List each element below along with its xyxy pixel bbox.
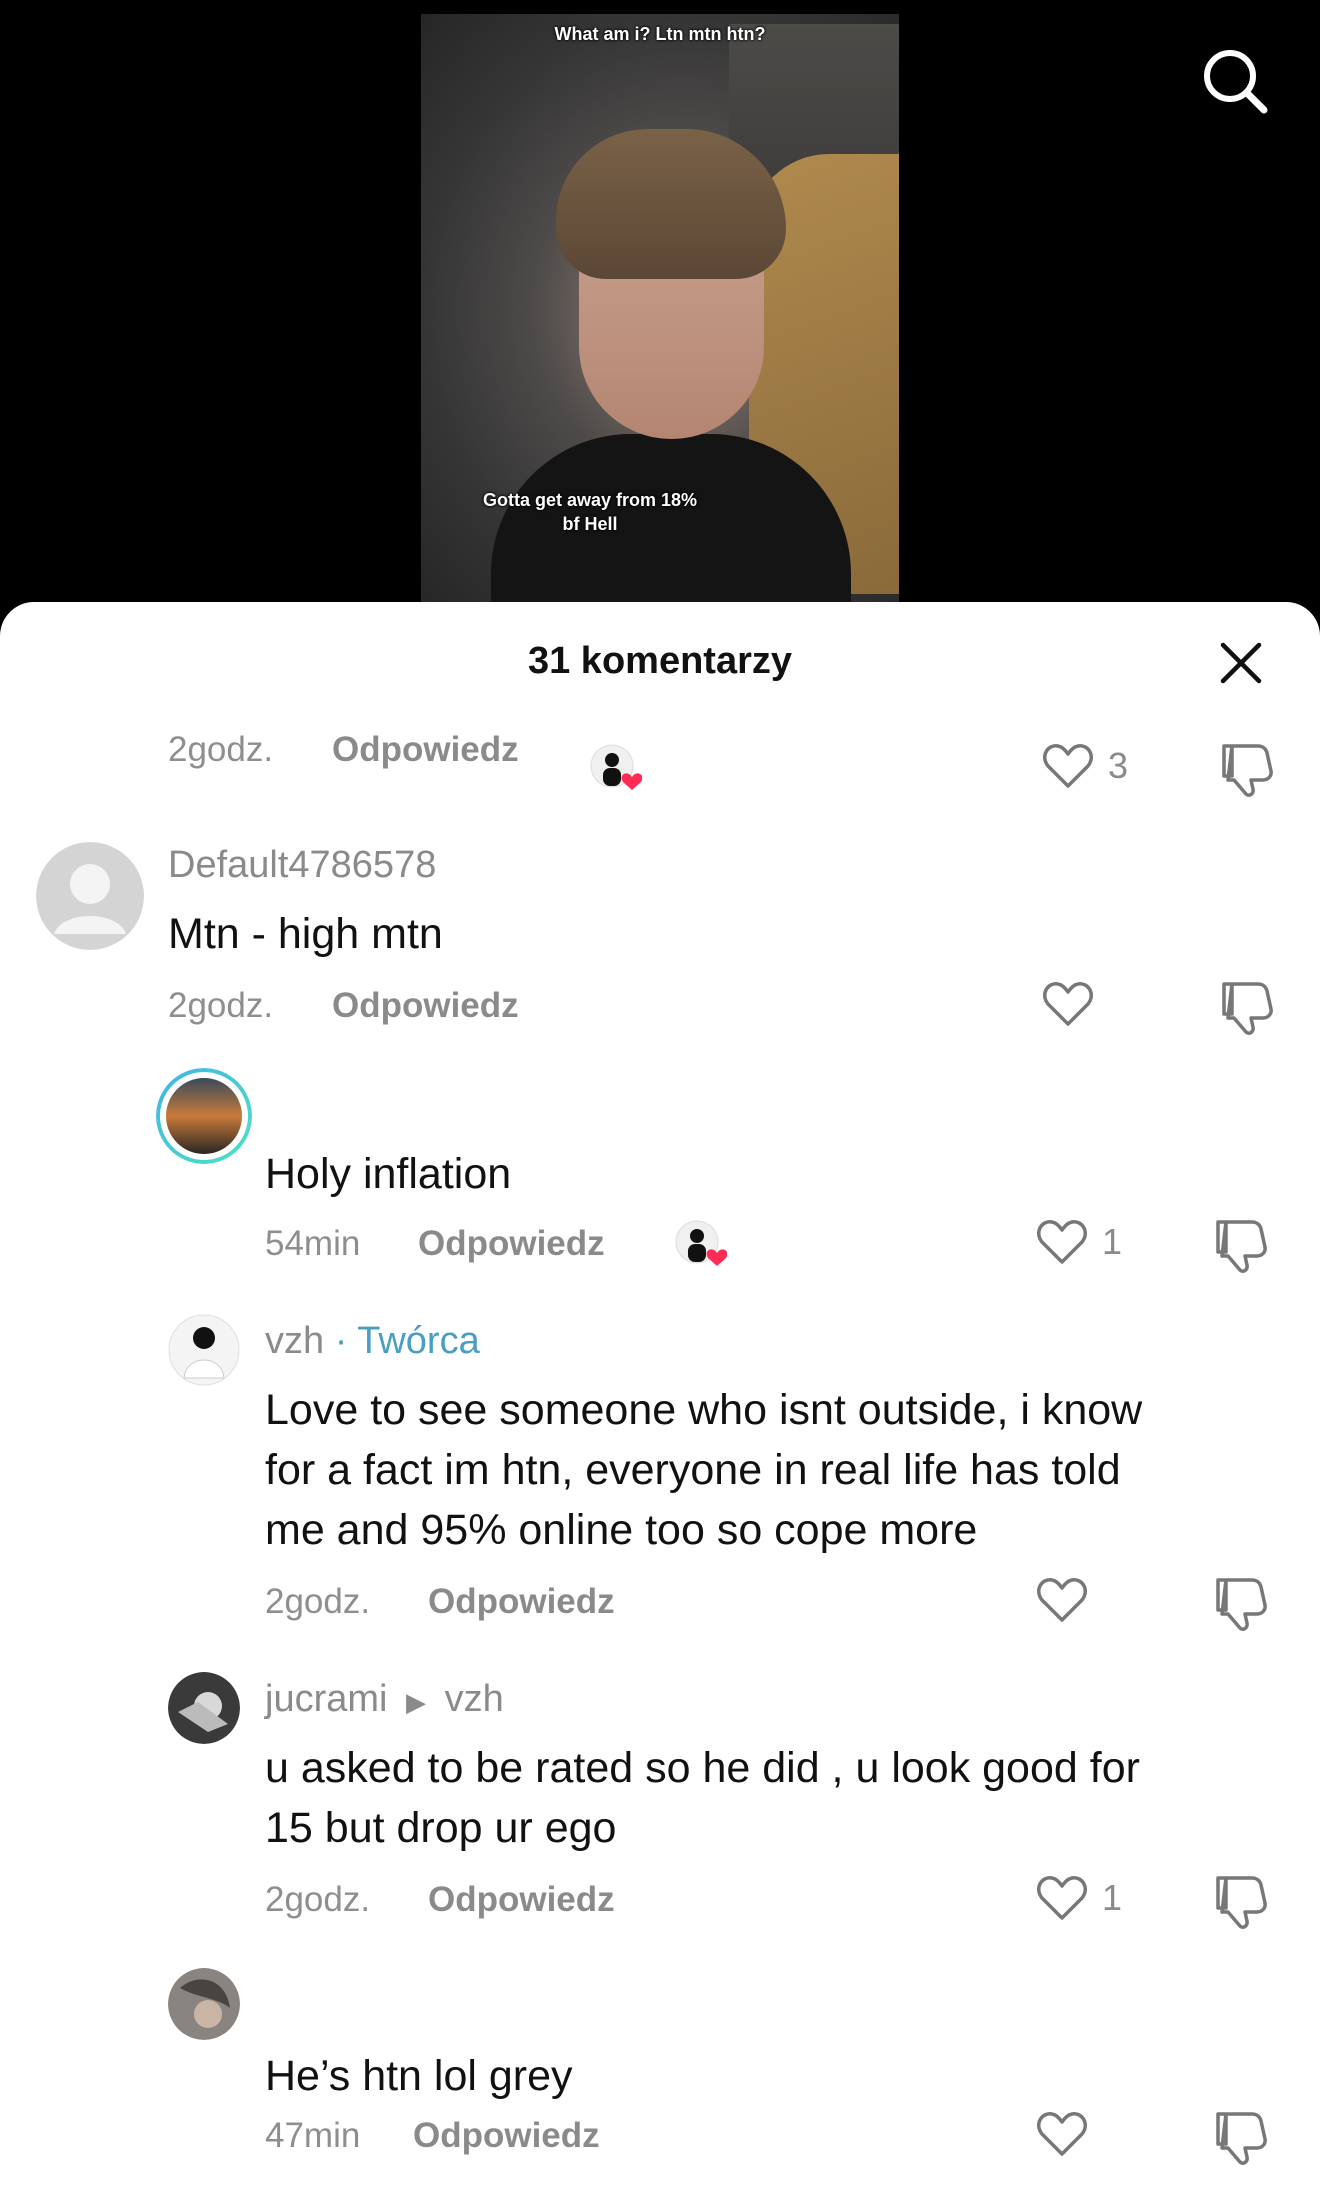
comment-time: 2godz. — [168, 730, 274, 769]
reply-button[interactable]: Odpowiedz — [428, 1880, 615, 1920]
close-icon[interactable] — [1218, 640, 1264, 686]
comment-text: Holy inflation — [265, 1150, 512, 1198]
comment-text: Love to see someone who isnt outside, i … — [265, 1380, 1142, 1560]
user-avatar[interactable] — [168, 1968, 240, 2040]
user-avatar[interactable] — [168, 1672, 240, 1744]
reply-button[interactable]: Odpowiedz — [418, 1224, 605, 1264]
creator-badge: · Twórca — [334, 1320, 480, 1362]
heart-icon[interactable] — [1042, 742, 1094, 790]
creator-avatar[interactable] — [168, 1314, 240, 1386]
heart-icon[interactable] — [1036, 1874, 1088, 1922]
reply-arrow-icon: ▶ — [406, 1687, 427, 1717]
comments-count-title: 31 komentarzy — [527, 640, 792, 682]
dislike-icon[interactable] — [1218, 742, 1274, 798]
like-count: 3 — [1108, 745, 1129, 786]
search-icon[interactable] — [1200, 46, 1270, 116]
creator-liked-icon — [675, 1220, 727, 1266]
heart-icon[interactable] — [1042, 980, 1094, 1028]
username-text[interactable]: jucrami — [265, 1678, 387, 1720]
comment-username[interactable]: vzh · Twórca — [265, 1320, 480, 1363]
comment-text-line: 15 but drop ur ego — [265, 1804, 617, 1852]
comment-time: 54min — [265, 1224, 361, 1263]
video-caption-line: bf Hell — [562, 514, 618, 534]
video-caption-line: Gotta get away from 18% — [482, 490, 698, 510]
comment-time: 2godz. — [168, 986, 274, 1025]
video-frame[interactable]: What am i? Ltn mtn htn? Gotta get away f… — [421, 14, 899, 604]
comment-text-line: me and 95% online too so cope more — [265, 1506, 978, 1554]
story-ring-avatar[interactable] — [156, 1068, 252, 1164]
comments-sheet: 31 komentarzy 2godz. Odpowiedz 3 Default… — [0, 602, 1320, 2187]
video-player[interactable]: What am i? Ltn mtn htn? Gotta get away f… — [0, 0, 1320, 640]
heart-icon[interactable] — [1036, 1218, 1088, 1266]
video-caption-bottom: Gotta get away from 18% bf Hell — [421, 488, 829, 536]
video-caption-top: What am i? Ltn mtn htn? — [554, 24, 766, 44]
comment-text-line: for a fact im htn, everyone in real life… — [265, 1446, 1121, 1494]
dislike-icon[interactable] — [1218, 980, 1274, 1036]
like-count: 1 — [1102, 1221, 1123, 1262]
comment-time: 2godz. — [265, 1582, 371, 1621]
comment-text-line: Love to see someone who isnt outside, i … — [265, 1386, 1143, 1434]
dislike-icon[interactable] — [1212, 1576, 1268, 1632]
like-group[interactable] — [1036, 2110, 1088, 2158]
comment-time: 47min — [265, 2116, 361, 2155]
like-count: 1 — [1102, 1877, 1123, 1918]
reply-to-username[interactable]: vzh — [445, 1678, 504, 1720]
dislike-icon[interactable] — [1212, 1218, 1268, 1274]
reply-button[interactable]: Odpowiedz — [332, 986, 519, 1026]
like-group[interactable]: 1 — [1036, 1874, 1122, 1922]
comment-time: 2godz. — [265, 1880, 371, 1919]
comment-text: Mtn - high mtn — [168, 910, 443, 958]
like-group[interactable]: 3 — [1042, 742, 1128, 790]
like-group[interactable] — [1042, 980, 1094, 1028]
reply-button[interactable]: Odpowiedz — [428, 1582, 615, 1622]
dislike-icon[interactable] — [1212, 1874, 1268, 1930]
comment-text: He’s htn lol grey — [265, 2052, 573, 2100]
reply-button[interactable]: Odpowiedz — [413, 2116, 600, 2156]
comment-text-line: u asked to be rated so he did , u look g… — [265, 1744, 1140, 1792]
dislike-icon[interactable] — [1212, 2110, 1268, 2166]
comment-username[interactable]: Default4786578 — [168, 844, 436, 887]
like-group[interactable] — [1036, 1576, 1088, 1624]
default-avatar[interactable] — [36, 842, 144, 950]
username-text[interactable]: vzh — [265, 1320, 324, 1362]
comment-text: u asked to be rated so he did , u look g… — [265, 1738, 1140, 1858]
heart-icon[interactable] — [1036, 1576, 1088, 1624]
reply-button[interactable]: Odpowiedz — [332, 730, 519, 770]
heart-icon[interactable] — [1036, 2110, 1088, 2158]
comment-username[interactable]: jucrami ▶ vzh — [265, 1678, 504, 1721]
creator-liked-icon — [590, 744, 642, 790]
like-group[interactable]: 1 — [1036, 1218, 1122, 1266]
